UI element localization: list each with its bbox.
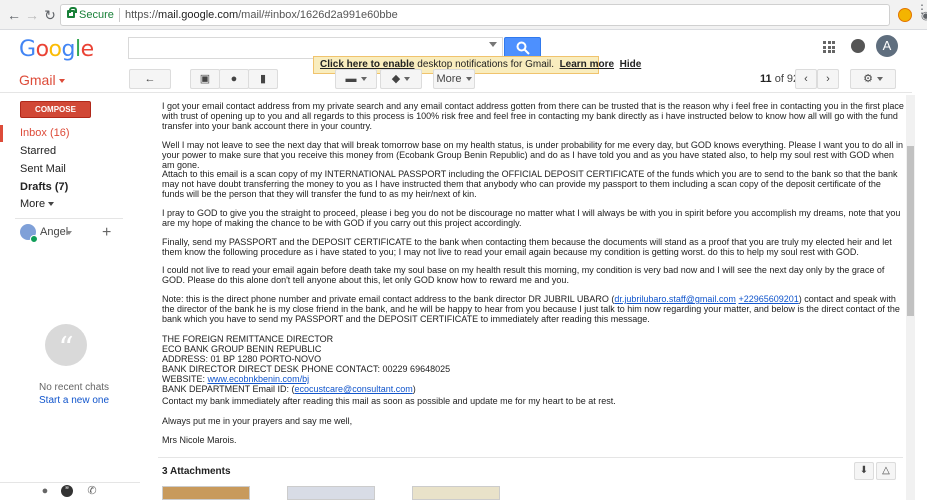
browser-menu-icon[interactable]: ⋮	[916, 3, 927, 15]
compose-button[interactable]: COMPOSE	[20, 101, 91, 118]
secure-label: Secure	[79, 9, 114, 21]
delete-button[interactable]: ▮	[248, 69, 278, 89]
sidebar-divider	[15, 218, 123, 219]
label-icon: ◆	[391, 73, 401, 85]
hangouts-icon[interactable]: ”	[61, 485, 73, 497]
gear-icon: ⚙	[863, 73, 873, 85]
back-arrow-icon: ←	[144, 73, 156, 85]
download-all-button[interactable]: ⬇	[854, 462, 874, 480]
message-paragraph: I got your email contact address from my…	[162, 101, 904, 131]
chevron-right-icon: ›	[826, 73, 830, 85]
drive-icon: △	[882, 465, 890, 476]
hangouts-user-name[interactable]: Angel	[40, 226, 68, 238]
message-paragraph: Attach to this email is a scan copy of m…	[162, 169, 898, 199]
save-to-drive-button[interactable]: △	[876, 462, 896, 480]
contact-line: BANK DIRECTOR DIRECT DESK PHONE CONTACT:…	[162, 364, 451, 374]
message-paragraph-note: Note: this is the direct phone number an…	[162, 294, 900, 324]
chevron-left-icon: ‹	[804, 73, 808, 85]
sidebar-item-sent-mail[interactable]: Sent Mail	[0, 161, 125, 178]
phone-icon[interactable]: ✆	[86, 485, 98, 497]
lock-icon	[67, 7, 77, 18]
hangouts-user-avatar[interactable]	[20, 224, 38, 243]
hide-link[interactable]: Hide	[620, 59, 642, 70]
download-icon: ⬇	[859, 465, 869, 476]
sidebar-item-drafts[interactable]: Drafts (7)	[0, 179, 125, 196]
hangouts-quote-icon: “	[45, 324, 87, 366]
reload-icon[interactable]: ↻	[42, 7, 58, 23]
contact-line: ECO BANK GROUP BENIN REPUBLIC	[162, 344, 322, 354]
google-logo[interactable]: Google	[19, 37, 94, 62]
message-paragraph: Always put me in your prayers and say me…	[162, 416, 353, 426]
archive-icon: ▣	[199, 73, 211, 85]
forward-arrow-icon[interactable]: →	[24, 7, 40, 23]
user-status-chevron-icon[interactable]	[66, 231, 72, 235]
bank-website-link[interactable]: www.ecobnkbenin.com/bj	[208, 374, 310, 384]
archive-button[interactable]: ▣	[190, 69, 220, 89]
contact-line: THE FOREIGN REMITTANCE DIRECTOR	[162, 334, 334, 344]
start-new-chat-link[interactable]: Start a new one	[39, 395, 109, 406]
sidebar-item-inbox[interactable]: Inbox (16)	[0, 125, 125, 142]
search-options-chevron-icon[interactable]	[489, 42, 497, 47]
newer-button[interactable]: ‹	[795, 69, 817, 89]
gmail-app-switcher[interactable]: Gmail	[19, 72, 65, 88]
folder-icon: ▬	[345, 73, 357, 85]
contact-line: BANK DEPARTMENT Email ID: (ecocustcare@c…	[162, 384, 416, 394]
toolbar-divider	[0, 92, 912, 93]
contacts-person-icon[interactable]: ●	[39, 485, 51, 497]
new-chat-plus-icon[interactable]: +	[102, 224, 111, 242]
sidebar-item-more[interactable]: More	[0, 196, 125, 213]
trash-icon: ▮	[259, 73, 267, 85]
attachment-thumbnail[interactable]	[287, 486, 375, 500]
message-paragraph: I could not live to read your email agai…	[162, 265, 885, 285]
attachments-divider	[158, 457, 903, 458]
scrollbar-thumb[interactable]	[907, 146, 914, 316]
report-spam-button[interactable]: ●	[219, 69, 249, 89]
director-phone-link[interactable]: +22965609201	[738, 294, 798, 304]
bank-email-link[interactable]: ecocustcare@consultant.com	[295, 384, 413, 394]
pagination-count: 11 of 92	[760, 73, 800, 85]
message-paragraph: I pray to GOD to give you the straight t…	[162, 208, 901, 228]
message-signature: Mrs Nicole Marois.	[162, 435, 237, 445]
extension-icon[interactable]	[898, 8, 912, 22]
sidebar-item-starred[interactable]: Starred	[0, 143, 125, 160]
account-avatar[interactable]: A	[876, 35, 898, 57]
search-icon	[516, 41, 530, 55]
more-actions-button[interactable]: More	[433, 69, 475, 89]
settings-button[interactable]: ⚙	[850, 69, 896, 89]
back-arrow-icon[interactable]: ←	[6, 7, 22, 23]
notifications-bell-icon[interactable]	[851, 39, 865, 53]
contact-line: ADDRESS: 01 BP 1280 PORTO-NOVO	[162, 354, 322, 364]
attachments-title: 3 Attachments	[162, 466, 231, 477]
bank-contact-block: THE FOREIGN REMITTANCE DIRECTOR ECO BANK…	[162, 334, 450, 394]
message-paragraph: Finally, send my PASSPORT and the DEPOSI…	[162, 237, 892, 257]
spam-icon: ●	[230, 73, 238, 85]
chevron-down-icon	[48, 202, 55, 207]
address-bar[interactable]: Secure https://mail.google.com/mail/#inb…	[60, 4, 927, 26]
labels-button[interactable]: ◆	[380, 69, 422, 89]
older-button[interactable]: ›	[817, 69, 839, 89]
apps-grid-icon[interactable]	[823, 41, 835, 53]
attachment-thumbnail[interactable]	[162, 486, 250, 500]
director-email-link[interactable]: dr.jubrilubaro.staff@gmail.com	[614, 294, 736, 304]
no-recent-chats-text: No recent chats	[39, 382, 110, 393]
back-to-inbox-button[interactable]: ←	[129, 69, 171, 89]
message-paragraph: Contact my bank immediately after readin…	[162, 396, 616, 406]
browser-toolbar: ← → ↻ Secure https://mail.google.com/mai…	[0, 0, 927, 30]
url-separator	[119, 8, 120, 22]
attachment-thumbnail[interactable]	[412, 486, 500, 500]
move-to-button[interactable]: ▬	[335, 69, 377, 89]
learn-more-link[interactable]: Learn more	[560, 59, 614, 70]
contact-line: WEBSITE: www.ecobnkbenin.com/bj	[162, 374, 310, 384]
message-paragraph: Well I may not leave to see the next day…	[162, 140, 904, 170]
url-text[interactable]: https://mail.google.com/mail/#inbox/1626…	[125, 9, 398, 21]
